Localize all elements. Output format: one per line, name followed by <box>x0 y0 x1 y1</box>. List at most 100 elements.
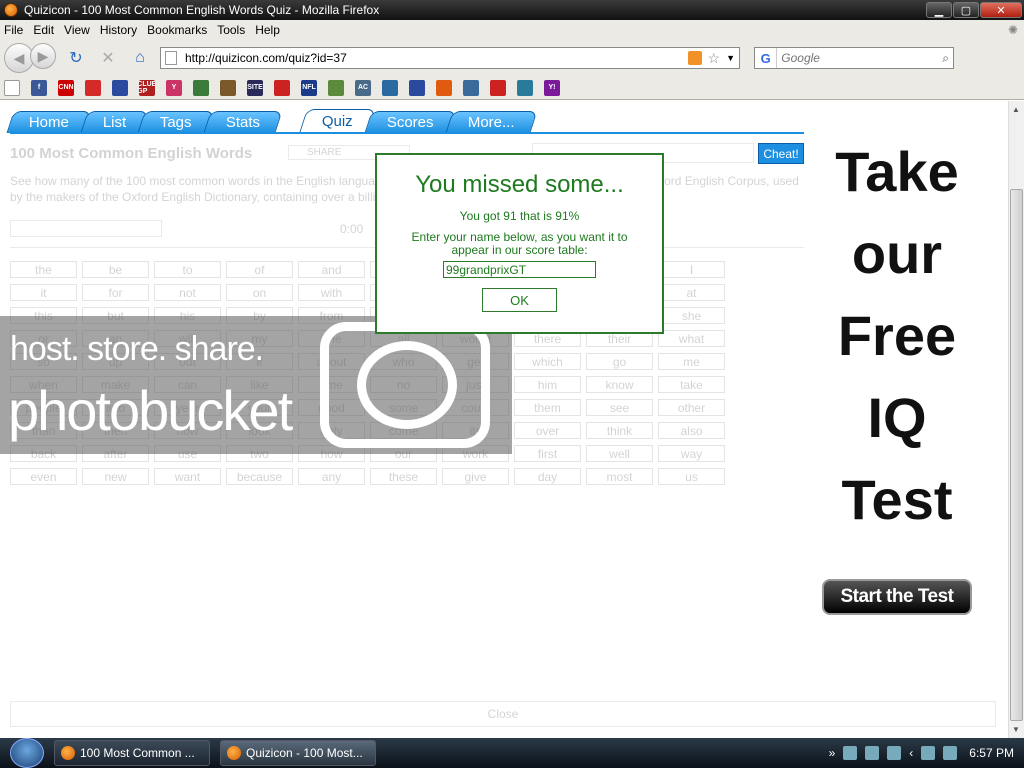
bookmark-icon[interactable] <box>409 79 425 96</box>
word-cell: on <box>226 284 293 301</box>
menu-history[interactable]: History <box>100 23 137 37</box>
tab-stats-label: Stats <box>225 114 261 131</box>
network-icon[interactable] <box>921 746 936 760</box>
footer-bar[interactable]: Close <box>10 701 996 727</box>
bookmark-star-icon[interactable]: ☆ <box>708 50 721 67</box>
tab-tags[interactable]: Tags <box>137 111 215 133</box>
bookmark-icon[interactable]: f <box>31 79 47 96</box>
search-engine-icon[interactable]: G <box>755 48 778 68</box>
bookmark-icon[interactable]: NFL <box>301 79 317 96</box>
bookmark-icon[interactable] <box>517 79 533 96</box>
tray-app-icon[interactable] <box>865 746 880 760</box>
search-input[interactable] <box>777 51 939 65</box>
photobucket-watermark: host. store. share. photobucket <box>0 316 512 454</box>
scroll-down-icon[interactable]: ▼ <box>1012 725 1020 734</box>
search-icon[interactable]: ⌕ <box>942 51 949 66</box>
menu-edit[interactable]: Edit <box>33 23 54 37</box>
page-scrollbar[interactable]: ▲ ▼ <box>1008 101 1024 738</box>
bookmark-icon[interactable] <box>328 79 344 96</box>
tab-stats[interactable]: Stats <box>203 111 283 133</box>
bookmark-icon[interactable]: SITE <box>247 79 263 96</box>
share-label: SHARE <box>307 147 342 158</box>
tab-tags-label: Tags <box>160 114 192 131</box>
menu-help[interactable]: Help <box>255 23 280 37</box>
system-tray: » ‹ 6:57 PM <box>829 746 1024 760</box>
taskbar-item-1[interactable]: 100 Most Common ... <box>54 740 210 766</box>
bookmark-icon[interactable]: AC <box>355 79 371 96</box>
tab-scores-label: Scores <box>386 114 434 131</box>
menu-file[interactable]: File <box>4 23 23 37</box>
bookmark-icon[interactable]: Y! <box>544 79 560 96</box>
page-icon <box>165 51 177 65</box>
watermark-lens-icon <box>357 341 457 429</box>
word-cell: way <box>658 445 725 462</box>
word-cell: the <box>10 261 77 278</box>
clock[interactable]: 6:57 PM <box>969 746 1014 760</box>
url-input[interactable] <box>185 51 688 65</box>
tab-more[interactable]: More... <box>445 111 538 133</box>
ok-button[interactable]: OK <box>482 288 557 312</box>
bookmark-icon[interactable] <box>382 79 398 96</box>
bookmark-icon[interactable] <box>193 79 209 96</box>
tab-home[interactable]: Home <box>6 111 92 133</box>
firefox-icon <box>61 746 75 760</box>
word-cell: day <box>514 468 581 485</box>
close-window-button[interactable]: ✕ <box>980 2 1022 18</box>
maximize-button[interactable]: ▢ <box>953 2 979 18</box>
bookmark-icon[interactable]: CNN <box>58 79 74 96</box>
word-cell: first <box>514 445 581 462</box>
tray-expand-icon[interactable]: » <box>829 746 836 760</box>
word-cell: even <box>10 468 77 485</box>
tab-quiz-label: Quiz <box>322 113 353 130</box>
firefox-icon <box>227 746 241 760</box>
stop-icon[interactable]: ✕ <box>96 46 120 70</box>
minimize-button[interactable]: ▁ <box>926 2 952 18</box>
menu-view[interactable]: View <box>64 23 90 37</box>
bookmark-icon[interactable] <box>220 79 236 96</box>
bookmark-icon[interactable]: CLUB GP <box>139 79 155 96</box>
tab-scores[interactable]: Scores <box>364 111 457 133</box>
word-cell: because <box>226 468 293 485</box>
word-cell: him <box>514 376 581 393</box>
taskbar-item-2[interactable]: Quizicon - 100 Most... <box>220 740 376 766</box>
ad-line-our: our <box>851 222 943 285</box>
bookmark-icon[interactable] <box>463 79 479 96</box>
bookmark-icon[interactable] <box>436 79 452 96</box>
player-name-input[interactable] <box>443 261 596 278</box>
rss-feed-icon[interactable] <box>687 51 702 65</box>
media-player-icon[interactable] <box>843 746 858 760</box>
menu-bookmarks[interactable]: Bookmarks <box>147 23 207 37</box>
bookmark-icon[interactable]: Y <box>166 79 182 96</box>
bookmark-icon[interactable] <box>85 79 101 96</box>
display-icon[interactable] <box>887 746 902 760</box>
word-cell: also <box>658 422 725 439</box>
taskbar: 100 Most Common ... Quizicon - 100 Most.… <box>0 738 1024 768</box>
volume-icon[interactable] <box>943 746 958 760</box>
bookmark-page-icon[interactable] <box>4 79 20 96</box>
bookmark-icon[interactable] <box>112 79 128 96</box>
word-cell: us <box>658 468 725 485</box>
scroll-up-icon[interactable]: ▲ <box>1012 105 1020 114</box>
missed-words-dialog: You missed some... You got 91 that is 91… <box>375 153 664 334</box>
iq-test-ad[interactable]: Take our Free IQ Test <box>812 131 982 541</box>
window-title: Quizicon - 100 Most Common English Words… <box>24 3 380 17</box>
word-cell: want <box>154 468 221 485</box>
home-icon[interactable]: ⌂ <box>128 46 152 70</box>
forward-button[interactable]: ▶ <box>30 43 56 69</box>
activity-throbber-icon: ✺ <box>1007 23 1018 37</box>
word-cell: it <box>10 284 77 301</box>
word-cell: and <box>298 261 365 278</box>
menu-tools[interactable]: Tools <box>217 23 245 37</box>
cheat-button[interactable]: Cheat! <box>758 143 804 164</box>
start-test-button[interactable]: Start the Test <box>822 579 972 615</box>
word-cell: at <box>658 284 725 301</box>
bookmark-icon[interactable] <box>274 79 290 96</box>
bookmark-icon[interactable] <box>490 79 506 96</box>
tray-chevron-icon[interactable]: ‹ <box>909 746 913 760</box>
word-cell: over <box>514 422 581 439</box>
word-cell: of <box>226 261 293 278</box>
start-button[interactable] <box>10 738 44 768</box>
url-dropdown-icon[interactable]: ▼ <box>726 53 735 63</box>
scrollbar-thumb[interactable] <box>1010 189 1023 721</box>
reload-icon[interactable]: ↻ <box>64 46 88 70</box>
